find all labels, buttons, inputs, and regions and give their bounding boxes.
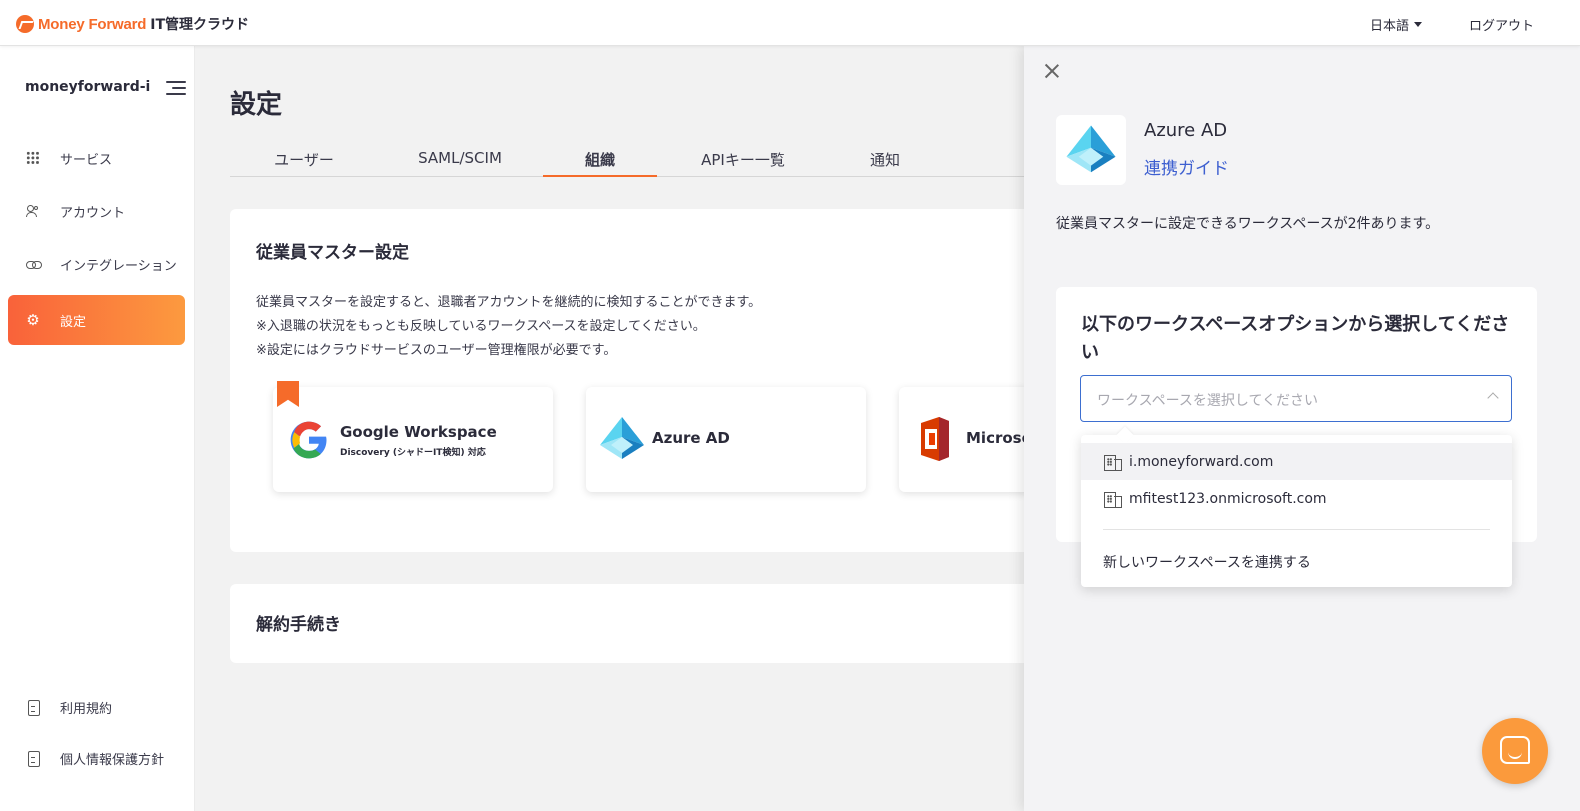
service-card-azure-ad[interactable]: Azure AD <box>586 387 866 492</box>
workspace-select-placeholder: ワークスペースを選択してください <box>1097 393 1319 409</box>
chat-support-button[interactable] <box>1482 718 1548 784</box>
service-name: Azure AD <box>652 429 730 447</box>
tab-organization[interactable]: 組織 <box>543 149 657 177</box>
sidebar-item-label: アカウント <box>60 205 126 221</box>
workspace-option[interactable]: mfitest123.onmicrosoft.com <box>1081 480 1512 517</box>
sidebar-item-label: 利用規約 <box>60 701 113 717</box>
google-icon <box>290 421 327 459</box>
bookmark-icon <box>277 381 299 407</box>
tab-saml-scim[interactable]: SAML/SCIM <box>390 149 530 177</box>
close-icon[interactable] <box>1044 63 1060 79</box>
cancellation-card: 解約手続き <box>230 584 1130 663</box>
microsoft-office-icon <box>921 417 949 461</box>
description-line: ※設定にはクラウドサービスのユーザー管理権限が必要です。 <box>256 343 617 358</box>
workspace-option-label: mfitest123.onmicrosoft.com <box>1129 490 1327 507</box>
panel-service-name: Azure AD <box>1144 120 1228 141</box>
service-name: Microso <box>966 429 1032 447</box>
sidebar-item-terms[interactable]: 利用規約 <box>8 682 185 732</box>
top-header: Money Forward IT管理クラウド 日本語 ログアウト <box>0 0 1580 46</box>
language-label: 日本語 <box>1369 19 1409 34</box>
sidebar: moneyforward-i サービス アカウント インテグレーション ⚙ 設定… <box>0 46 195 811</box>
logout-link[interactable]: ログアウト <box>1469 15 1534 34</box>
employee-master-description: 従業員マスターを設定すると、退職者アカウントを継続的に検知することができます。 … <box>256 291 761 363</box>
sidebar-item-integration[interactable]: インテグレーション <box>8 239 185 289</box>
tab-users[interactable]: ユーザー <box>230 149 378 177</box>
caret-down-icon <box>1414 22 1422 27</box>
page-title: 設定 <box>230 90 283 120</box>
logo-brand: Money Forward <box>38 15 147 33</box>
workspace-select[interactable]: ワークスペースを選択してください <box>1080 375 1512 422</box>
employee-master-title: 従業員マスター設定 <box>256 243 409 263</box>
azure-ad-icon <box>1066 125 1116 173</box>
employee-master-card: 従業員マスター設定 従業員マスターを設定すると、退職者アカウントを継続的に検知す… <box>230 209 1179 552</box>
app-logo[interactable]: Money Forward IT管理クラウド <box>16 14 249 34</box>
sidebar-item-privacy[interactable]: 個人情報保護方針 <box>8 733 185 783</box>
workspace-count-text: 従業員マスターに設定できるワークスペースが2件あります。 <box>1056 216 1440 232</box>
settings-tabs: ユーザー SAML/SCIM 組織 APIキー一覧 通知 <box>230 141 1030 177</box>
workspace-dropdown: i.moneyforward.com mfitest123.onmicrosof… <box>1081 435 1512 587</box>
chat-icon <box>1500 736 1530 764</box>
gear-icon: ⚙ <box>26 311 40 329</box>
description-line: ※入退職の状況をもっとも反映しているワークスペースを設定してください。 <box>256 319 706 334</box>
sidebar-item-label: インテグレーション <box>60 258 177 274</box>
dropdown-divider <box>1103 529 1490 530</box>
sidebar-item-accounts[interactable]: アカウント <box>8 186 185 236</box>
integration-guide-link[interactable]: 連携ガイド <box>1144 154 1229 179</box>
sidebar-item-settings[interactable]: ⚙ 設定 <box>8 295 185 345</box>
service-subtitle: Discovery (シャドーIT検知) 対応 <box>340 448 486 458</box>
tab-notifications[interactable]: 通知 <box>830 149 940 177</box>
people-icon <box>26 204 40 218</box>
service-card-google-workspace[interactable]: Google Workspace Discovery (シャドーIT検知) 対応 <box>273 381 553 492</box>
sidebar-item-services[interactable]: サービス <box>8 133 185 183</box>
sidebar-item-label: 個人情報保護方針 <box>60 752 165 768</box>
workspace-option[interactable]: i.moneyforward.com <box>1081 443 1512 480</box>
tab-api-keys[interactable]: APIキー一覧 <box>680 149 806 177</box>
cancellation-title: 解約手続き <box>256 615 341 635</box>
language-selector[interactable]: 日本語 <box>1370 15 1422 34</box>
document-icon <box>26 751 40 767</box>
workspace-option-label: i.moneyforward.com <box>1129 453 1274 470</box>
money-forward-logo-icon <box>16 15 34 33</box>
logo-product: IT管理クラウド <box>150 17 250 33</box>
link-new-workspace-option[interactable]: 新しいワークスペースを連携する <box>1103 552 1311 572</box>
document-icon <box>26 700 40 716</box>
menu-collapse-icon[interactable] <box>166 81 186 95</box>
link-icon <box>26 257 42 271</box>
org-name: moneyforward-i <box>25 79 151 95</box>
sidebar-item-label: 設定 <box>60 314 87 330</box>
azure-ad-logo <box>1056 115 1126 185</box>
building-icon <box>1103 491 1123 508</box>
sidebar-item-label: サービス <box>60 152 113 168</box>
description-line: 従業員マスターを設定すると、退職者アカウントを継続的に検知することができます。 <box>256 295 762 310</box>
workspace-select-title: 以下のワークスペースオプションから選択してください <box>1081 314 1510 363</box>
building-icon <box>1103 454 1123 471</box>
chevron-up-icon <box>1487 392 1499 404</box>
service-name: Google Workspace <box>340 423 497 441</box>
azure-ad-panel: Azure AD 連携ガイド 従業員マスターに設定できるワークスペースが2件あり… <box>1024 46 1580 811</box>
grid-icon <box>26 151 40 165</box>
azure-ad-icon <box>600 417 644 459</box>
